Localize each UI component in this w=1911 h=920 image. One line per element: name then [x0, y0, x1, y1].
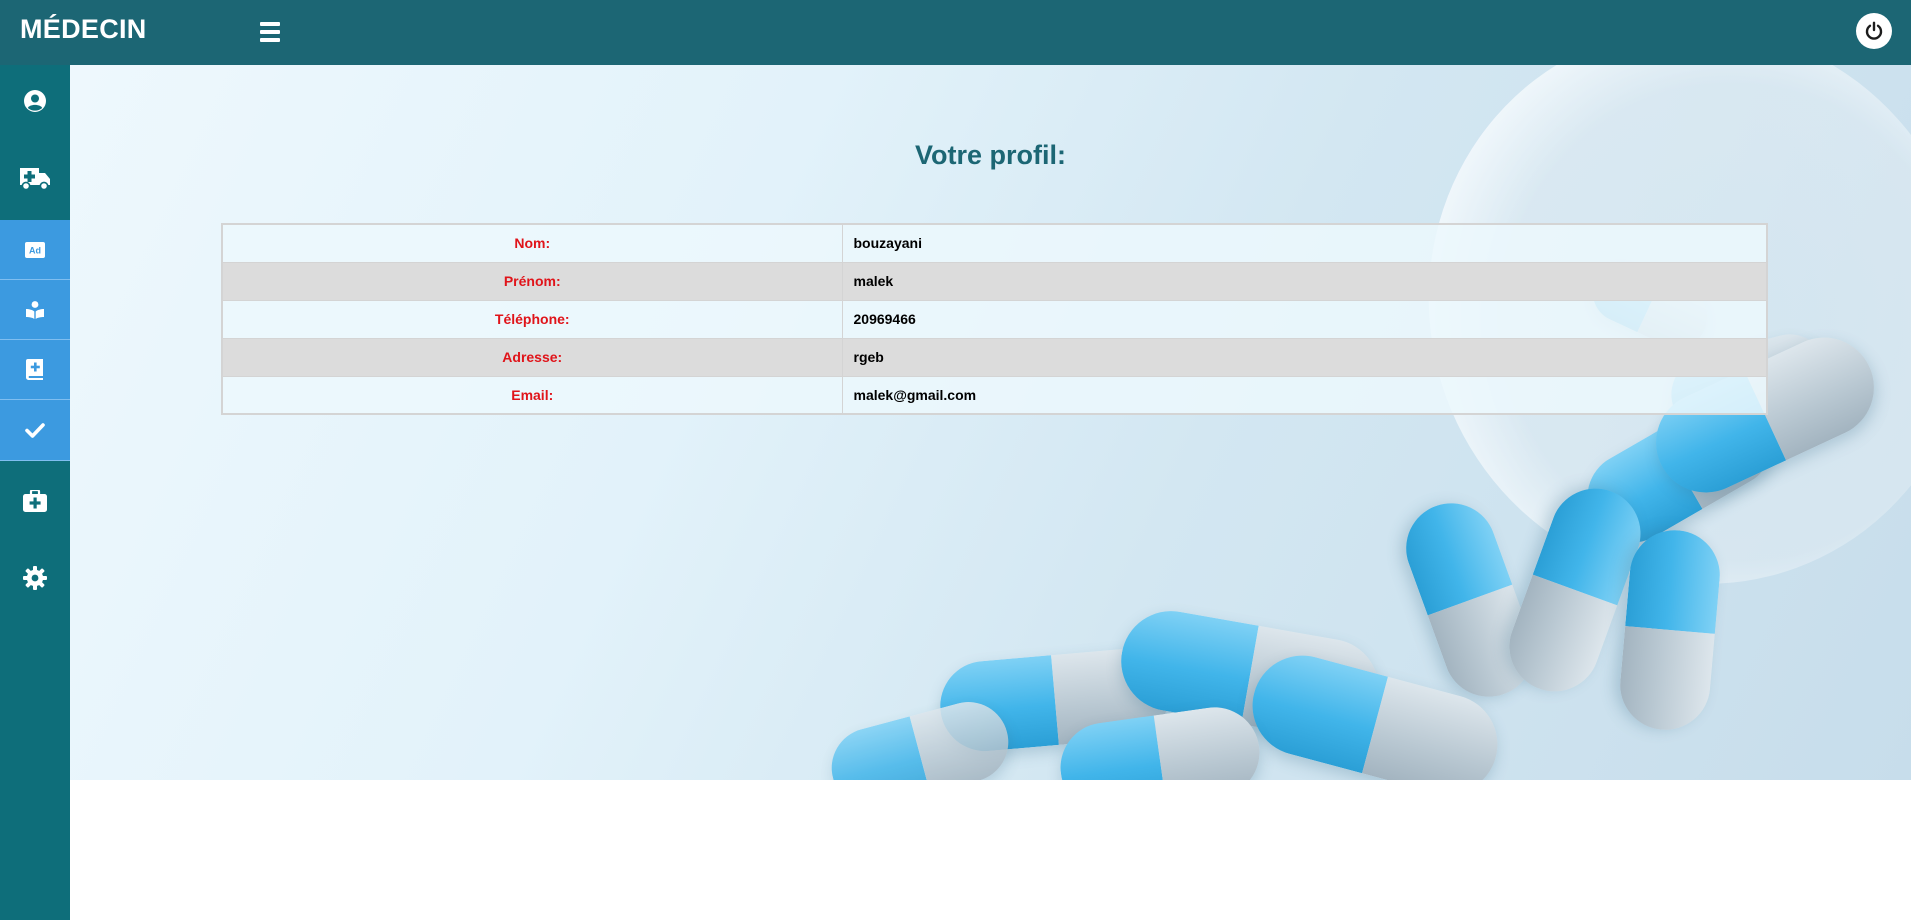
user-circle-icon [24, 90, 46, 112]
bars-icon [260, 22, 280, 26]
table-row: Prénom: malek [221, 261, 1768, 301]
sidebar-item-ads[interactable]: Ad [0, 220, 70, 280]
reader-icon [26, 300, 44, 319]
top-navbar: MÉDECIN [0, 0, 1911, 65]
sidebar: Ad [0, 65, 70, 920]
ambulance-icon [20, 168, 50, 191]
sidebar-item-reader[interactable] [0, 280, 70, 340]
logout-button[interactable] [1856, 13, 1892, 49]
row-value: bouzayani [841, 223, 1768, 263]
ad-icon: Ad [25, 241, 45, 258]
svg-text:Ad: Ad [29, 245, 41, 255]
sidebar-item-profile[interactable] [0, 73, 70, 129]
row-label: Nom: [221, 223, 843, 263]
brand-title[interactable]: MÉDECIN [20, 14, 147, 45]
row-value: malek [841, 261, 1768, 301]
row-label: Téléphone: [221, 299, 843, 339]
table-row: Téléphone: 20969466 [221, 299, 1768, 339]
check-icon [25, 423, 45, 438]
menu-toggle-button[interactable] [255, 18, 285, 48]
sidebar-item-validate[interactable] [0, 400, 70, 461]
table-row: Email: malek@gmail.com [221, 375, 1768, 415]
sidebar-item-medkit[interactable] [0, 473, 70, 529]
capsule-illustration [1616, 526, 1724, 734]
medical-book-icon [26, 359, 43, 380]
power-icon [1865, 21, 1883, 40]
row-label: Adresse: [221, 337, 843, 377]
sidebar-item-medical-book[interactable] [0, 340, 70, 400]
row-label: Prénom: [221, 261, 843, 301]
page-title: Votre profil: [915, 140, 1066, 170]
row-value: 20969466 [841, 299, 1768, 339]
profile-table: Nom: bouzayani Prénom: malek Téléphone: … [221, 223, 1768, 415]
medkit-icon [23, 490, 47, 512]
sidebar-item-settings[interactable] [0, 549, 70, 607]
gear-icon [23, 566, 47, 590]
sidebar-item-ambulance[interactable] [0, 149, 70, 207]
main-content [70, 65, 1911, 780]
row-value: rgeb [841, 337, 1768, 377]
capsule-illustration [822, 693, 1018, 780]
row-value: malek@gmail.com [841, 375, 1768, 415]
row-label: Email: [221, 375, 843, 415]
table-row: Adresse: rgeb [221, 337, 1768, 377]
table-row: Nom: bouzayani [221, 223, 1768, 263]
